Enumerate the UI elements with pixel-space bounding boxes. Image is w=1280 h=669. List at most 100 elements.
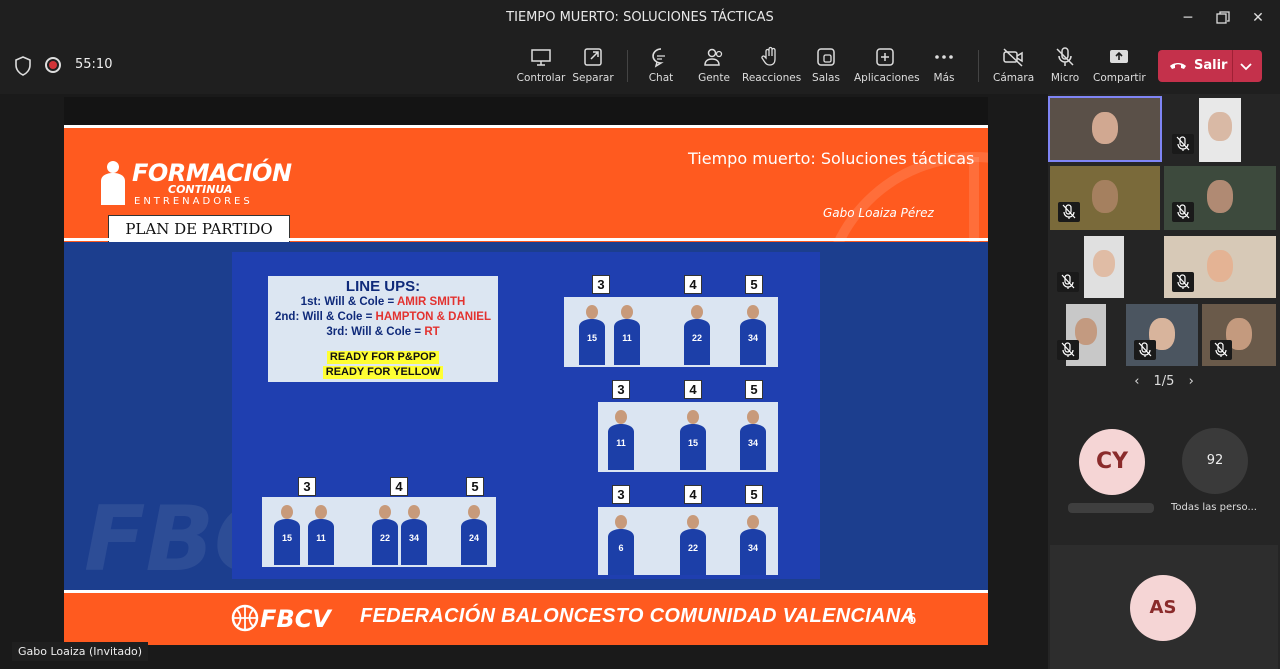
muted-mic-icon bbox=[1057, 340, 1079, 360]
muted-mic-icon bbox=[1058, 202, 1080, 222]
participant-video-tile[interactable] bbox=[1084, 236, 1124, 298]
raise-hand-icon bbox=[761, 46, 776, 66]
player-photo: 6 bbox=[608, 515, 634, 575]
chevron-down-icon[interactable] bbox=[1238, 58, 1254, 74]
svg-text:34: 34 bbox=[748, 543, 758, 553]
toolbar-divider bbox=[627, 50, 628, 82]
formacion-continua-logo: FORMACIÓN CONTINUA ENTRENADORES bbox=[96, 159, 292, 209]
svg-text:34: 34 bbox=[748, 438, 758, 448]
camera-off-icon bbox=[1003, 48, 1023, 67]
muted-mic-icon bbox=[1172, 134, 1194, 154]
svg-text:6: 6 bbox=[618, 543, 623, 553]
participant-face bbox=[1207, 180, 1233, 213]
fbcv-ball-icon bbox=[231, 604, 259, 632]
fbcv-logo: FBCV bbox=[260, 605, 331, 633]
close-icon[interactable]: ✕ bbox=[1248, 8, 1268, 28]
participant-face bbox=[1092, 111, 1118, 145]
position-number: 3 bbox=[612, 485, 630, 504]
muted-mic-icon bbox=[1172, 272, 1194, 292]
participant-video-tile[interactable] bbox=[1048, 96, 1162, 162]
player-photo: 34 bbox=[740, 410, 766, 470]
meeting-timer: 55:10 bbox=[75, 57, 113, 72]
avatar[interactable]: CY bbox=[1079, 429, 1145, 495]
hang-up-icon bbox=[1170, 63, 1186, 69]
chat-button[interactable]: Chat bbox=[645, 46, 677, 90]
title-bar: TIEMPO MUERTO: SOLUCIONES TÁCTICAS ─ ✕ bbox=[0, 0, 1280, 36]
slide-footer: FBCV FEDERACIÓN BALONCESTO COMUNIDAD VAL… bbox=[64, 593, 988, 645]
maximize-icon[interactable] bbox=[1213, 8, 1233, 28]
player-photo: 34 bbox=[740, 305, 766, 365]
muted-mic-icon bbox=[1057, 272, 1079, 292]
svg-text:34: 34 bbox=[409, 533, 419, 543]
participant-name-blurred bbox=[1068, 503, 1154, 513]
player-photo: 11 bbox=[614, 305, 640, 365]
mic-off-icon bbox=[1056, 47, 1074, 66]
player-photo: 34 bbox=[740, 515, 766, 575]
more-button[interactable]: Más bbox=[930, 46, 958, 90]
player-photo: 24 bbox=[461, 505, 487, 565]
participant-face bbox=[1208, 112, 1232, 141]
lineup-note: READY FOR YELLOW bbox=[322, 366, 444, 379]
svg-text:11: 11 bbox=[616, 438, 626, 448]
position-number: 3 bbox=[612, 380, 630, 399]
lineups-box: LINE UPS: 1st: Will & Cole = AMIR SMITH … bbox=[268, 276, 498, 382]
people-button[interactable]: Gente bbox=[696, 46, 732, 90]
gallery-pager: ‹ 1/5 › bbox=[1134, 374, 1194, 389]
apps-button[interactable]: Aplicaciones bbox=[854, 46, 920, 90]
position-number: 5 bbox=[466, 477, 484, 496]
coach-silhouette-icon bbox=[101, 161, 125, 205]
chat-icon bbox=[652, 48, 665, 68]
svg-text:22: 22 bbox=[692, 333, 702, 343]
pop-out-button[interactable]: Separar bbox=[571, 46, 615, 90]
slide-divider bbox=[64, 238, 988, 241]
avatar[interactable]: AS bbox=[1130, 575, 1196, 641]
slide-author: Gabo Loaiza Pérez bbox=[823, 206, 934, 220]
meeting-toolbar: 55:10 Controlar Separar Chat Gente Reacc… bbox=[0, 36, 1280, 94]
participant-face bbox=[1207, 249, 1233, 283]
share-screen-icon bbox=[1110, 50, 1128, 63]
player-photo: 22 bbox=[680, 515, 706, 575]
player-photo: 34 bbox=[401, 505, 427, 565]
muted-mic-icon bbox=[1134, 340, 1156, 360]
window-title: TIEMPO MUERTO: SOLUCIONES TÁCTICAS bbox=[506, 10, 774, 25]
player-photo: 11 bbox=[308, 505, 334, 565]
position-number: 5 bbox=[745, 380, 763, 399]
people-icon bbox=[704, 48, 723, 66]
presentation-slide: FORMACIÓN CONTINUA ENTRENADORES PLAN DE … bbox=[64, 97, 988, 645]
svg-text:22: 22 bbox=[380, 533, 390, 543]
chevron-left-icon[interactable]: ‹ bbox=[1134, 374, 1139, 389]
chevron-right-icon[interactable]: › bbox=[1189, 374, 1194, 389]
svg-text:11: 11 bbox=[622, 333, 632, 343]
svg-text:15: 15 bbox=[688, 438, 698, 448]
minimize-icon[interactable]: ─ bbox=[1178, 8, 1198, 28]
svg-text:34: 34 bbox=[748, 333, 758, 343]
rooms-button[interactable]: Salas bbox=[812, 46, 840, 90]
muted-mic-icon bbox=[1172, 202, 1194, 222]
reactions-button[interactable]: Reacciones bbox=[742, 46, 801, 90]
position-number: 4 bbox=[684, 485, 702, 504]
lineup-note: READY FOR P&POP bbox=[326, 351, 440, 364]
more-participants-badge[interactable]: 92 bbox=[1182, 428, 1248, 494]
lineup-row: 2nd: Will & Cole = HAMPTON & DANIEL bbox=[275, 311, 491, 323]
pop-out-icon bbox=[584, 48, 602, 66]
shield-icon[interactable] bbox=[14, 56, 32, 76]
participant-name: Todas las perso... bbox=[1171, 502, 1257, 513]
federation-name: FEDERACIÓN BALONCESTO COMUNIDAD VALENCIA… bbox=[360, 605, 916, 627]
camera-button[interactable]: Cámara bbox=[993, 46, 1034, 90]
leave-divider bbox=[1232, 50, 1233, 82]
player-photo: 15 bbox=[680, 410, 706, 470]
svg-text:15: 15 bbox=[282, 533, 292, 543]
lineups-heading: LINE UPS: bbox=[345, 278, 421, 295]
share-button[interactable]: Compartir bbox=[1093, 46, 1146, 90]
position-number: 4 bbox=[390, 477, 408, 496]
leave-button[interactable]: Salir bbox=[1158, 50, 1262, 82]
position-number: 3 bbox=[592, 275, 610, 294]
control-button[interactable]: Controlar bbox=[516, 46, 566, 90]
microphone-button[interactable]: Micro bbox=[1049, 46, 1081, 90]
svg-text:11: 11 bbox=[316, 533, 326, 543]
slide-top-line bbox=[64, 125, 988, 128]
participant-video-tile[interactable] bbox=[1199, 98, 1241, 162]
participant-face bbox=[1092, 180, 1118, 213]
svg-text:15: 15 bbox=[587, 333, 597, 343]
position-number: 5 bbox=[745, 275, 763, 294]
